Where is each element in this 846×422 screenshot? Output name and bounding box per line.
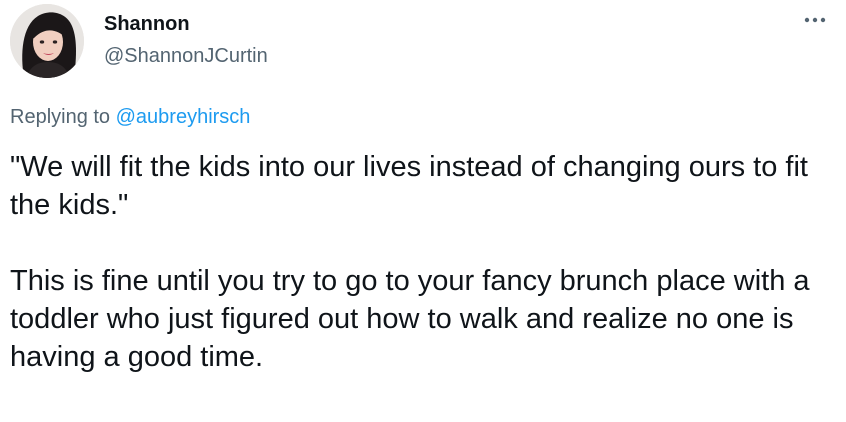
tweet-paragraph: This is fine until you try to go to your… bbox=[10, 265, 810, 373]
author-block: Shannon @ShannonJCurtin bbox=[104, 12, 268, 68]
more-options-button[interactable] bbox=[798, 8, 832, 32]
profile-photo-icon bbox=[10, 4, 84, 78]
tweet-paragraph: "We will fit the kids into our lives ins… bbox=[10, 151, 808, 221]
replying-to-label: Replying to bbox=[10, 106, 111, 128]
user-handle[interactable]: @ShannonJCurtin bbox=[104, 44, 268, 68]
mention-link[interactable]: @aubreyhirsch bbox=[116, 106, 251, 128]
more-horizontal-icon bbox=[804, 17, 826, 23]
tweet-card: Shannon @ShannonJCurtin Replying to @aub… bbox=[0, 0, 846, 422]
tweet-text: "We will fit the kids into our lives ins… bbox=[10, 148, 836, 376]
avatar[interactable] bbox=[10, 4, 84, 78]
display-name[interactable]: Shannon bbox=[104, 12, 268, 36]
replying-to-line: Replying to @aubreyhirsch bbox=[10, 104, 250, 130]
